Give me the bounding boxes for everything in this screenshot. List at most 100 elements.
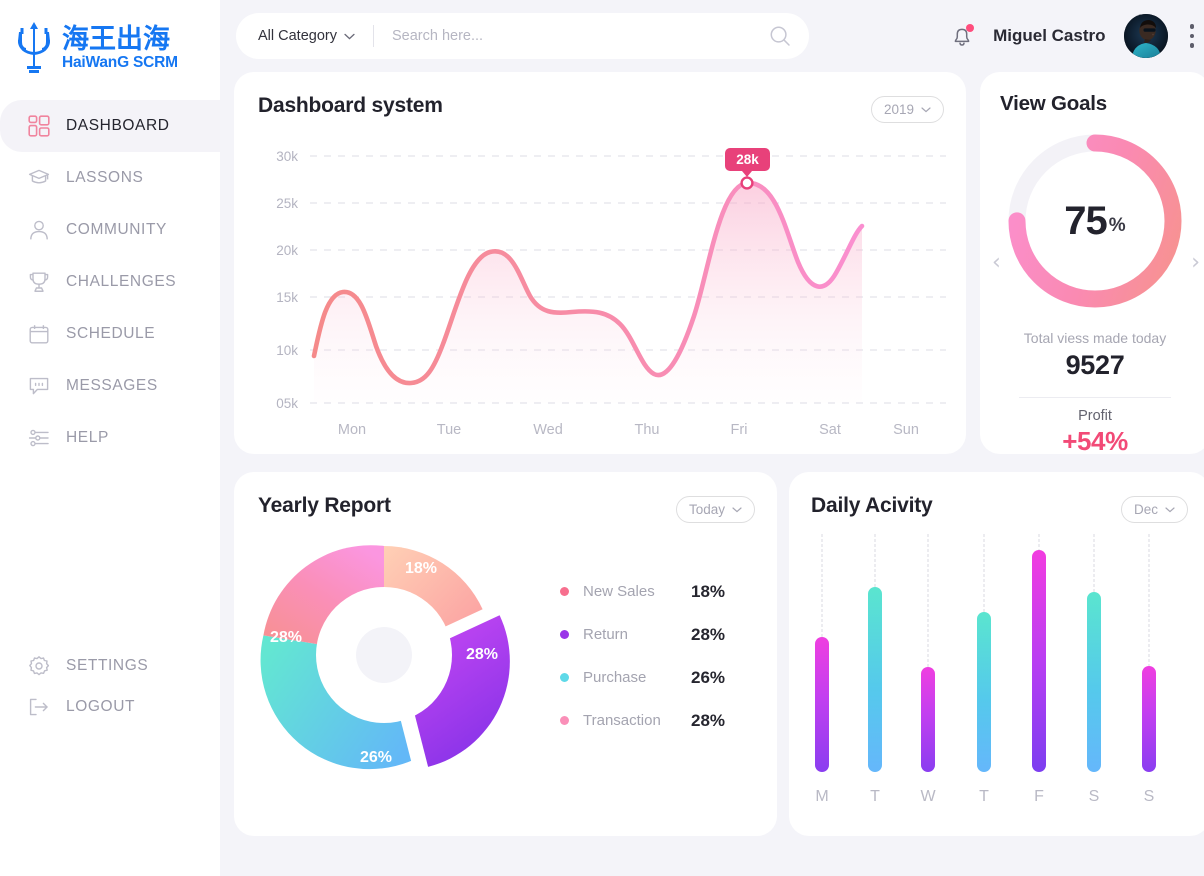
goals-percent-symbol: % xyxy=(1108,215,1126,236)
bar-column[interactable]: S xyxy=(1142,534,1156,806)
bar-column[interactable]: W xyxy=(920,534,936,806)
goals-total-value: 9527 xyxy=(1065,350,1125,380)
sidebar-item-lassons[interactable]: LASSONS xyxy=(0,152,220,204)
grid-dashboard-icon xyxy=(28,115,50,137)
legend-dot-icon xyxy=(560,630,569,639)
username-label: Miguel Castro xyxy=(993,26,1106,45)
legend-item[interactable]: New Sales 18% xyxy=(560,582,725,602)
bar-column[interactable]: T xyxy=(977,534,991,806)
search-input[interactable] xyxy=(391,28,769,44)
sidebar-item-dashboard[interactable]: DASHBOARD xyxy=(0,100,220,152)
sidebar: 海王出海 HaiWanG SCRM DASHBOARD LASSONS COMM… xyxy=(0,0,220,876)
svg-text:20k: 20k xyxy=(276,243,298,258)
donut-label-new-sales: 18% xyxy=(405,560,438,577)
svg-text:Sun: Sun xyxy=(893,422,919,438)
bar-label: S xyxy=(1088,788,1100,805)
sidebar-item-label: HELP xyxy=(66,429,109,446)
chat-bubble-icon xyxy=(28,375,50,397)
card-title: View Goals xyxy=(1000,92,1108,115)
month-label: Dec xyxy=(1133,502,1158,517)
legend-item[interactable]: Return 28% xyxy=(560,625,725,645)
sidebar-item-label: CHALLENGES xyxy=(66,273,177,290)
bar xyxy=(977,612,991,772)
bar xyxy=(1032,550,1046,772)
svg-text:10k: 10k xyxy=(276,343,298,358)
chart-tooltip-label: 28k xyxy=(736,152,759,167)
bar-column[interactable]: F xyxy=(1032,534,1046,806)
bar-label: F xyxy=(1034,788,1044,805)
user-icon xyxy=(28,219,50,241)
search-bar[interactable]: All Category xyxy=(236,13,809,59)
yearly-report-body: 18% 28% 26% 28% New Sales 18% Return 28%… xyxy=(258,524,753,786)
avatar[interactable] xyxy=(1123,14,1168,58)
kebab-dot xyxy=(1189,24,1194,29)
sliders-icon xyxy=(28,427,50,449)
year-label: 2019 xyxy=(883,102,914,117)
topbar: All Category Search here... Miguel Castr… xyxy=(234,0,1204,72)
brand-name-cn: 海王出海 xyxy=(62,23,170,55)
bar-label: S xyxy=(1143,788,1155,805)
svg-text:Wed: Wed xyxy=(533,422,563,438)
main-content: All Category Search here... Miguel Castr… xyxy=(220,0,1204,876)
goals-divider xyxy=(1019,397,1171,398)
topbar-actions: Miguel Castro xyxy=(949,14,1204,58)
chevron-right-icon[interactable]: › xyxy=(1191,252,1200,274)
cards-row-2: Yearly Report Today 18% 28% 26% 28% New … xyxy=(234,472,1204,836)
legend-value: 28% xyxy=(691,624,726,644)
bar-label: M xyxy=(815,788,829,805)
brand-name-en: HaiWanG SCRM xyxy=(62,53,178,71)
bar xyxy=(868,587,882,772)
bell-icon[interactable] xyxy=(949,23,975,49)
svg-text:05k: 05k xyxy=(276,396,298,411)
gear-icon xyxy=(28,655,50,677)
kebab-dot xyxy=(1189,43,1194,48)
view-goals-card: View Goals ‹ › 75 % Total viess made tod… xyxy=(980,72,1204,457)
more-vertical-icon[interactable] xyxy=(1186,20,1199,52)
sidebar-item-community[interactable]: COMMUNITY xyxy=(0,204,220,256)
x-axis-labels: Mon Tue Wed Thu Fri Sat Sun xyxy=(338,422,919,438)
sidebar-item-label: SCHEDULE xyxy=(66,325,156,342)
bar-label: T xyxy=(979,788,989,805)
legend-value: 18% xyxy=(691,581,726,601)
year-dropdown[interactable]: 2019 xyxy=(870,96,944,123)
legend-item[interactable]: Transaction 28% xyxy=(560,711,725,731)
sidebar-item-label: DASHBOARD xyxy=(66,117,170,134)
sidebar-item-label: SETTINGS xyxy=(66,657,149,674)
legend-item[interactable]: Purchase 26% xyxy=(560,668,725,688)
dashboard-system-card: Dashboard system 2019 30k 25k 20k 15k 10… xyxy=(234,72,966,454)
view-goals-body: ‹ › 75 % Total viess made today 9527 Pro… xyxy=(992,116,1200,457)
donut-label-purchase: 26% xyxy=(360,749,393,766)
bar-chart: M T W T F S S xyxy=(811,534,1188,806)
bar-column[interactable]: S xyxy=(1087,534,1101,806)
month-dropdown[interactable]: Dec xyxy=(1120,496,1188,523)
sidebar-item-label: COMMUNITY xyxy=(66,221,167,238)
today-label: Today xyxy=(688,502,725,517)
legend-label: New Sales xyxy=(583,583,655,600)
today-dropdown[interactable]: Today xyxy=(675,496,755,523)
legend-value: 28% xyxy=(691,710,726,730)
search-divider xyxy=(372,25,374,47)
sidebar-item-messages[interactable]: MESSAGES xyxy=(0,360,220,412)
sidebar-item-challenges[interactable]: CHALLENGES xyxy=(0,256,220,308)
chart-tooltip: 28k xyxy=(725,148,770,177)
category-dropdown[interactable]: All Category xyxy=(258,28,355,44)
sidebar-item-schedule[interactable]: SCHEDULE xyxy=(0,308,220,360)
brand-logo[interactable]: 海王出海 HaiWanG SCRM xyxy=(0,0,220,96)
bar-column[interactable]: M xyxy=(815,534,829,806)
sidebar-item-help[interactable]: HELP xyxy=(0,412,220,464)
sidebar-item-settings[interactable]: SETTINGS xyxy=(0,640,220,692)
svg-text:Tue: Tue xyxy=(437,422,461,438)
svg-text:Sat: Sat xyxy=(819,422,841,438)
search-icon[interactable] xyxy=(769,25,791,47)
donut-legend: New Sales 18% Return 28% Purchase 26% Tr… xyxy=(560,580,725,731)
legend-dot-icon xyxy=(560,587,569,596)
trophy-icon xyxy=(28,271,50,293)
kebab-dot xyxy=(1189,33,1194,39)
legend-value: 26% xyxy=(691,667,726,687)
svg-text:25k: 25k xyxy=(276,196,298,211)
sidebar-item-label: MESSAGES xyxy=(66,377,158,394)
goals-subtitle: Total viess made today xyxy=(1023,330,1167,346)
bar-column[interactable]: T xyxy=(868,534,882,806)
sidebar-item-logout[interactable]: LOGOUT xyxy=(0,692,220,744)
card-title: Dashboard system xyxy=(258,94,443,117)
